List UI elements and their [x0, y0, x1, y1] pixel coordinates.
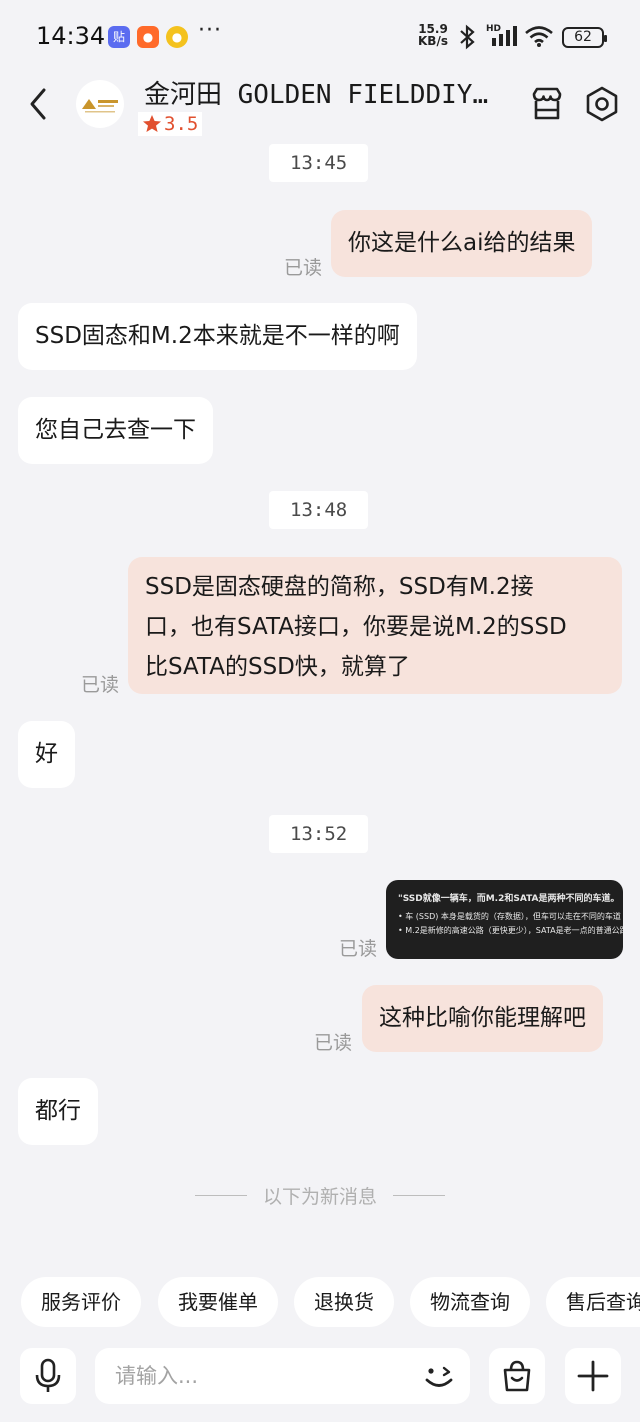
status-bar: 14:34 贴 ● ● ··· 15.9 KB/s HD 62: [0, 0, 640, 74]
divider-line: [194, 1194, 247, 1196]
message-input[interactable]: [115, 1358, 395, 1394]
quick-reply-after-sales[interactable]: 售后查询: [546, 1277, 640, 1327]
chat-header: 金河田 GOLDEN FIELDDIY… 3.5: [0, 74, 640, 140]
image-text-line: • 车 (SSD) 本身是载货的（存数据），但车可以走在不同的车道（接口）: [398, 912, 623, 921]
input-bar: [0, 1340, 640, 1422]
quick-reply-logistics[interactable]: 物流查询: [410, 1277, 530, 1327]
message-text: SSD是固态硬盘的简称，SSD有M.2接: [145, 574, 534, 600]
quick-reply-return-exchange[interactable]: 退换货: [294, 1277, 394, 1327]
message-bubble-incoming[interactable]: 好: [18, 721, 75, 788]
read-receipt: 已读: [81, 674, 120, 696]
timestamp: 13:52: [269, 815, 369, 853]
message-bubble-incoming[interactable]: 您自己去查一下: [18, 397, 213, 464]
message-text: 这种比喻你能理解吧: [379, 1005, 586, 1031]
signal-icon: [492, 26, 517, 46]
shop-rating: 3.5: [138, 112, 203, 136]
notification-app-icon: ●: [166, 26, 188, 48]
message-bubble-incoming[interactable]: SSD固态和M.2本来就是不一样的啊: [18, 303, 417, 370]
more-notifications-icon: ···: [198, 18, 222, 43]
message-bubble-outgoing[interactable]: 这种比喻你能理解吧: [362, 985, 603, 1052]
network-speed: 15.9 KB/s: [418, 23, 448, 47]
rating-value: 3.5: [164, 113, 199, 135]
message-bubble-outgoing[interactable]: SSD是固态硬盘的简称，SSD有M.2接 口，也有SATA接口，你要是说M.2的…: [128, 557, 622, 694]
bluetooth-icon: [460, 24, 475, 50]
plus-icon: [577, 1360, 609, 1392]
message-bubble-incoming[interactable]: 都行: [18, 1078, 98, 1145]
clock: 14:34: [36, 22, 106, 50]
message-text: 好: [35, 741, 58, 767]
message-text: 你这是什么ai给的结果: [348, 230, 576, 256]
message-bubble-outgoing[interactable]: 你这是什么ai给的结果: [331, 210, 593, 277]
more-button[interactable]: [565, 1348, 621, 1404]
image-text-title: "SSD就像一辆车，而M.2和SATA是两种不同的车道。: [398, 894, 620, 904]
settings-icon[interactable]: [584, 86, 620, 122]
shop-name[interactable]: 金河田 GOLDEN FIELDDIY…: [144, 74, 509, 111]
image-text-line: • M.2是新修的高速公路（更快更少），SATA是老一点的普通公路（瓶颈: [398, 926, 623, 935]
message-text: 都行: [35, 1098, 81, 1124]
product-button[interactable]: [489, 1348, 545, 1404]
quick-reply-urge-order[interactable]: 我要催单: [158, 1277, 278, 1327]
back-button[interactable]: [22, 84, 56, 124]
taobao-app-icon: ●: [137, 26, 159, 48]
microphone-icon: [35, 1358, 61, 1392]
shop-icon[interactable]: [529, 86, 565, 122]
chat-screen: { "status_bar": { "time": "14:34", "netw…: [0, 0, 640, 1422]
timestamp: 13:48: [269, 491, 369, 529]
tieba-app-icon: 贴: [108, 26, 130, 48]
read-receipt: 已读: [314, 1032, 353, 1054]
read-receipt: 已读: [339, 938, 378, 960]
star-icon: [143, 115, 161, 132]
wifi-icon: [525, 26, 553, 47]
voice-button[interactable]: [20, 1348, 76, 1404]
timestamp: 13:45: [269, 144, 369, 182]
message-input-box[interactable]: [95, 1348, 470, 1404]
shopping-bag-icon: [503, 1360, 531, 1392]
divider-label: 以下为新消息: [262, 1185, 377, 1208]
read-receipt: 已读: [284, 257, 323, 279]
quick-reply-service-review[interactable]: 服务评价: [21, 1277, 141, 1327]
message-text: 比SATA的SSD快，就算了: [145, 654, 410, 680]
battery-indicator: 62: [562, 27, 607, 48]
message-text: 口，也有SATA接口，你要是说M.2的SSD: [145, 614, 567, 640]
shop-avatar[interactable]: [76, 80, 124, 128]
shop-logo-icon: [77, 81, 123, 127]
message-text: SSD固态和M.2本来就是不一样的啊: [35, 323, 400, 349]
divider-line: [393, 1194, 445, 1196]
message-text: 您自己去查一下: [35, 417, 196, 443]
new-messages-divider: 以下为新消息: [190, 1180, 450, 1210]
emoji-icon[interactable]: [422, 1360, 456, 1394]
network-speed-unit: KB/s: [418, 34, 448, 48]
image-message[interactable]: "SSD就像一辆车，而M.2和SATA是两种不同的车道。 • 车 (SSD) 本…: [386, 880, 623, 959]
